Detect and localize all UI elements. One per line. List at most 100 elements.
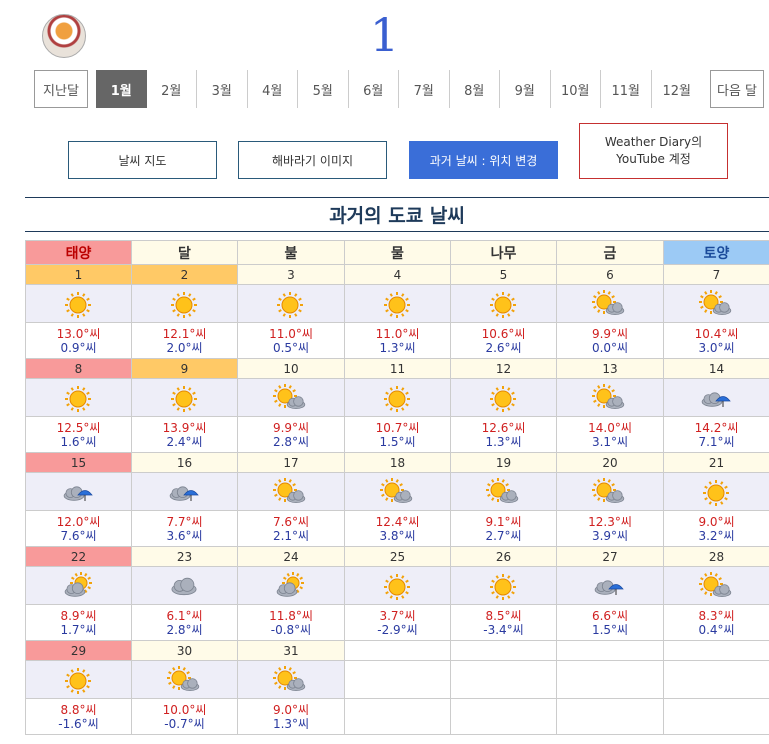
low-temperature: 3.0°씨 (698, 340, 735, 355)
day-number[interactable]: 22 (25, 546, 132, 567)
month-tab-11[interactable]: 11월 (601, 70, 652, 108)
low-temperature: -3.4°씨 (483, 622, 524, 637)
temperature-cell: 6.1°씨 2.8°씨 (131, 604, 238, 641)
weather-icon-cell (237, 378, 345, 417)
high-temperature: 10.4°씨 (694, 326, 739, 341)
low-temperature: 1.3°씨 (272, 716, 310, 731)
low-temperature: 2.4°씨 (166, 434, 203, 449)
day-number[interactable]: 4 (344, 264, 451, 285)
low-temperature: -0.8°씨 (270, 622, 312, 637)
day-number[interactable]: 27 (556, 546, 664, 567)
low-temperature: 1.5°씨 (591, 622, 629, 637)
high-temperature: 7.6°씨 (272, 514, 310, 529)
weekday-sat: 토양 (663, 240, 769, 265)
icon-row (25, 566, 769, 605)
day-number[interactable]: 26 (450, 546, 557, 567)
day-number[interactable]: 16 (131, 452, 238, 473)
weather-icon-cell (25, 284, 132, 323)
prev-month-button[interactable]: 지난달 (34, 70, 88, 108)
weekday-sun: 태양 (25, 240, 132, 265)
day-number[interactable]: 7 (663, 264, 769, 285)
weather-icon-cell (25, 378, 132, 417)
sun-icon (451, 381, 556, 415)
empty-cell (344, 640, 451, 661)
month-tab-8[interactable]: 8월 (450, 70, 500, 108)
low-temperature: 0.4°씨 (698, 622, 735, 637)
weather-icon-cell (663, 566, 769, 605)
high-temperature: 3.7°씨 (379, 608, 416, 623)
weather-map-button[interactable]: 날씨 지도 (68, 141, 217, 179)
temperature-row: 12.0°씨 7.6°씨 7.7°씨 3.6°씨 7.6°씨 2.1°씨 12.4°씨 3.8… (25, 510, 769, 547)
sun-cloud-icon (557, 381, 663, 415)
temperature-cell: 10.0°씨 -0.7°씨 (131, 698, 238, 735)
day-number[interactable]: 13 (556, 358, 664, 379)
day-number[interactable]: 11 (344, 358, 451, 379)
day-number[interactable]: 17 (237, 452, 345, 473)
day-number[interactable]: 6 (556, 264, 664, 285)
day-number[interactable]: 5 (450, 264, 557, 285)
low-temperature: -2.9°씨 (377, 622, 418, 637)
sun-cloud-icon (557, 287, 663, 321)
high-temperature: 11.0°씨 (269, 326, 313, 341)
day-number[interactable]: 1 (25, 264, 132, 285)
empty-cell (344, 660, 451, 699)
youtube-link-button[interactable]: Weather Diary의 YouTube 계정 (579, 123, 728, 179)
weather-icon-cell (450, 378, 557, 417)
month-tab-5[interactable]: 5월 (298, 70, 349, 108)
empty-cell (556, 660, 664, 699)
next-month-button[interactable]: 다음 달 (710, 70, 764, 108)
month-tab-2[interactable]: 2월 (147, 70, 197, 108)
day-number[interactable]: 21 (663, 452, 769, 473)
sunflower-image-button[interactable]: 해바라기 이미지 (238, 141, 387, 179)
weather-icon-cell (450, 566, 557, 605)
month-tab-12[interactable]: 12월 (652, 70, 703, 108)
day-number[interactable]: 19 (450, 452, 557, 473)
month-tab-6[interactable]: 6월 (349, 70, 399, 108)
low-temperature: -0.7°씨 (164, 716, 205, 731)
sun-icon (451, 287, 556, 321)
day-number[interactable]: 9 (131, 358, 238, 379)
high-temperature: 14.2°씨 (694, 420, 739, 435)
sun-cloud-icon (451, 475, 556, 509)
temperature-cell: 11.0°씨 1.3°씨 (344, 322, 451, 359)
day-number[interactable]: 12 (450, 358, 557, 379)
change-location-button[interactable]: 과거 날씨 : 위치 변경 (409, 141, 558, 179)
temperature-cell: 13.9°씨 2.4°씨 (131, 416, 238, 453)
day-number[interactable]: 20 (556, 452, 664, 473)
month-tab-1[interactable]: 1월 (96, 70, 147, 108)
cloud-umbrella-icon (557, 569, 663, 603)
sun-cloud-icon (238, 381, 344, 415)
high-temperature: 6.6°씨 (591, 608, 629, 623)
day-number[interactable]: 31 (237, 640, 345, 661)
low-temperature: 2.8°씨 (272, 434, 310, 449)
day-number[interactable]: 8 (25, 358, 132, 379)
month-tab-7[interactable]: 7월 (399, 70, 450, 108)
month-tab-3[interactable]: 3월 (197, 70, 248, 108)
day-number[interactable]: 30 (131, 640, 238, 661)
day-number[interactable]: 15 (25, 452, 132, 473)
day-number[interactable]: 18 (344, 452, 451, 473)
month-tab-4[interactable]: 4월 (248, 70, 298, 108)
low-temperature: 2.8°씨 (166, 622, 203, 637)
icon-row (25, 472, 769, 511)
month-tab-10[interactable]: 10월 (551, 70, 601, 108)
month-tab-9[interactable]: 9월 (500, 70, 551, 108)
day-number[interactable]: 24 (237, 546, 345, 567)
day-number[interactable]: 2 (131, 264, 238, 285)
weather-icon-cell (344, 472, 451, 511)
temperature-cell: 12.1°씨 2.0°씨 (131, 322, 238, 359)
temperature-cell: 10.6°씨 2.6°씨 (450, 322, 557, 359)
high-temperature: 7.7°씨 (166, 514, 203, 529)
day-number[interactable]: 28 (663, 546, 769, 567)
day-number[interactable]: 23 (131, 546, 238, 567)
weather-icon-cell (131, 660, 238, 699)
temperature-cell: 8.9°씨 1.7°씨 (25, 604, 132, 641)
weather-icon-cell (663, 284, 769, 323)
day-number[interactable]: 29 (25, 640, 132, 661)
day-number[interactable]: 10 (237, 358, 345, 379)
day-number[interactable]: 25 (344, 546, 451, 567)
day-number[interactable]: 14 (663, 358, 769, 379)
low-temperature: 1.3°씨 (379, 340, 416, 355)
day-number[interactable]: 3 (237, 264, 345, 285)
temperature-cell: 8.5°씨 -3.4°씨 (450, 604, 557, 641)
